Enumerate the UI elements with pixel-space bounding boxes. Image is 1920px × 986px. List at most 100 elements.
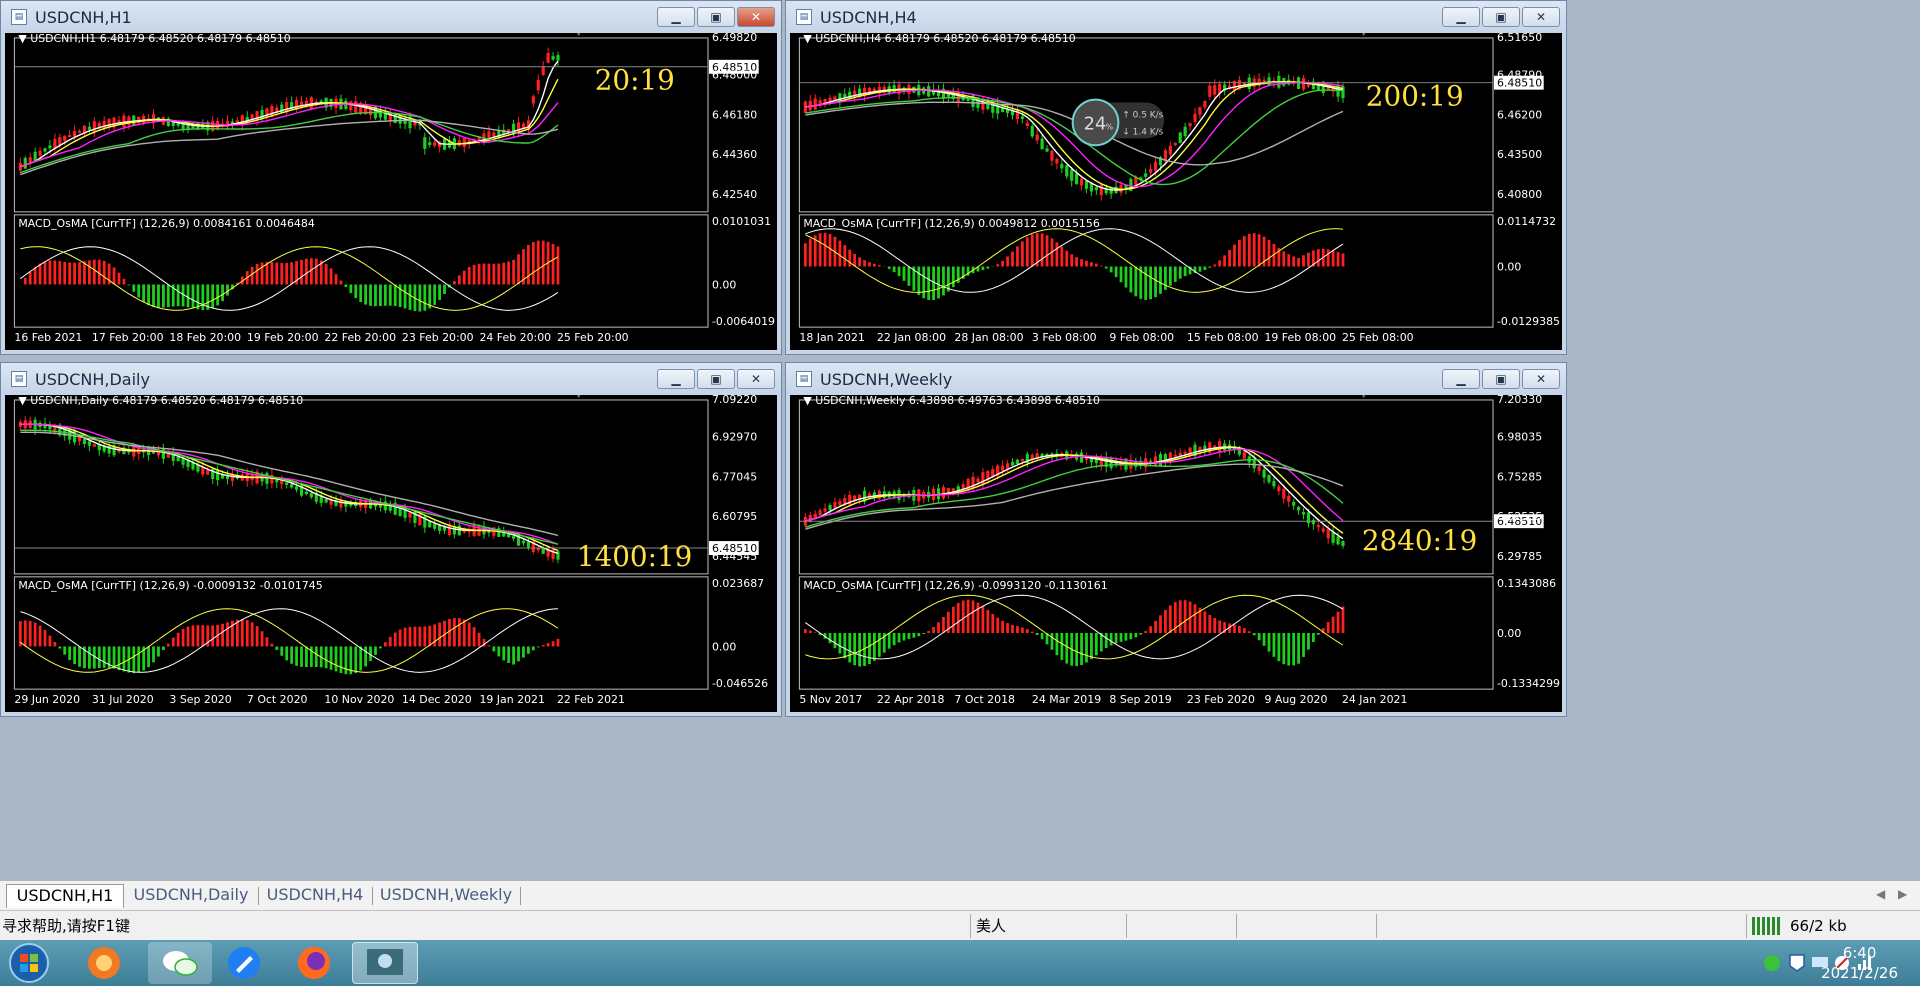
macd-histogram-bar xyxy=(853,632,857,666)
macd-histogram-bar xyxy=(1011,251,1014,267)
candle-body xyxy=(1168,145,1172,155)
window-titlebar[interactable]: ▤ USDCNH,Weekly ▁ ▣ ✕ xyxy=(786,363,1566,395)
candle-body xyxy=(1050,150,1054,161)
macd-histogram-bar xyxy=(181,629,185,647)
taskbar-app-fox[interactable] xyxy=(72,942,136,984)
window-titlebar[interactable]: ▤ USDCNH,Daily ▁ ▣ ✕ xyxy=(1,363,781,395)
macd-histogram-bar xyxy=(161,284,165,308)
tab-scroll-left-icon[interactable]: ◀ xyxy=(1876,887,1885,901)
chart-shift-icon[interactable]: ▼ xyxy=(1360,33,1368,38)
candle-body xyxy=(1292,501,1296,506)
macd-histogram-bar xyxy=(1109,632,1113,646)
candle-body xyxy=(1208,85,1212,97)
macd-histogram-bar xyxy=(388,636,392,647)
candle-body xyxy=(512,536,516,539)
tab-scroll-right-icon[interactable]: ▶ xyxy=(1898,887,1907,901)
candle-body xyxy=(1287,495,1291,502)
candle-body xyxy=(28,157,32,163)
close-button[interactable]: ✕ xyxy=(1522,369,1560,389)
moving-average-line xyxy=(805,463,1344,530)
price-chart-h1[interactable]: 6.48510 6.49820 6.48000 6.46180 6.44360 6.425… xyxy=(5,33,777,350)
macd-histogram-bar xyxy=(922,266,926,299)
candle-body xyxy=(1010,461,1015,466)
macd-histogram-bar xyxy=(374,646,377,655)
maximize-button[interactable]: ▣ xyxy=(697,369,735,389)
maximize-button[interactable]: ▣ xyxy=(1482,7,1520,27)
start-button[interactable] xyxy=(4,941,54,985)
candle-body xyxy=(324,499,328,503)
taskbar-feishu[interactable] xyxy=(212,942,276,984)
macd-histogram-bar xyxy=(1331,616,1335,633)
taskbar-wechat[interactable] xyxy=(148,942,212,984)
macd-histogram-bar xyxy=(433,284,437,305)
macd-histogram-bar xyxy=(196,284,200,310)
macd-histogram-bar xyxy=(97,646,101,669)
macd-histogram-bar xyxy=(858,632,861,667)
candle-body xyxy=(541,548,545,554)
chart-shift-icon[interactable]: ▼ xyxy=(575,395,583,400)
macd-histogram-bar xyxy=(1208,266,1212,268)
candle-body xyxy=(1079,178,1084,186)
candle-body xyxy=(92,444,96,447)
taskbar-clock[interactable]: 6:40 2021/2/26 xyxy=(1821,943,1898,983)
chart-window-weekly[interactable]: ▤ USDCNH,Weekly ▁ ▣ ✕ 6.48510 7.20330 6.98… xyxy=(785,362,1567,717)
candle-body xyxy=(1005,463,1010,469)
tab-usdcnh-daily[interactable]: USDCNH,Daily xyxy=(126,884,256,908)
tab-usdcnh-h1[interactable]: USDCNH,H1 xyxy=(6,884,124,908)
macd-histogram-bar xyxy=(453,618,456,647)
macd-histogram-bar xyxy=(858,257,861,267)
macd-histogram-bar xyxy=(324,646,328,669)
price-scale-label: 6.46180 xyxy=(712,108,757,121)
candle-body xyxy=(428,142,432,145)
close-button[interactable]: ✕ xyxy=(1522,7,1560,27)
macd-histogram-bar xyxy=(58,646,62,649)
minimize-button[interactable]: ▁ xyxy=(1442,7,1480,27)
chart-shift-icon[interactable]: ▼ xyxy=(575,33,583,38)
price-chart-daily[interactable]: 6.48510 7.09220 6.92970 6.77045 6.60795 6.445… xyxy=(5,395,777,712)
maximize-button[interactable]: ▣ xyxy=(1482,369,1520,389)
tab-usdcnh-weekly[interactable]: USDCNH,Weekly xyxy=(374,884,518,908)
maximize-button[interactable]: ▣ xyxy=(697,7,735,27)
chart-shift-icon[interactable]: ▼ xyxy=(1360,395,1368,400)
chart-window-daily[interactable]: ▤ USDCNH,Daily ▁ ▣ ✕ 6.48510 7.09220 6.929… xyxy=(0,362,782,717)
macd-histogram-bar xyxy=(324,263,328,285)
macd-histogram-bar xyxy=(1129,266,1133,293)
candle-body xyxy=(1144,173,1148,177)
macd-histogram-bar xyxy=(996,617,1000,633)
macd-histogram-bar xyxy=(260,631,264,647)
date-axis-label: 31 Jul 2020 xyxy=(92,693,154,706)
window-titlebar[interactable]: ▤ USDCNH,H1 ▁ ▣ ✕ xyxy=(1,1,781,33)
close-button[interactable]: ✕ xyxy=(737,7,775,27)
macd-histogram-bar xyxy=(1124,632,1128,641)
close-button[interactable]: ✕ xyxy=(737,369,775,389)
minimize-button[interactable]: ▁ xyxy=(657,369,695,389)
candle-body xyxy=(285,482,289,485)
macd-histogram-bar xyxy=(186,284,190,308)
minimize-button[interactable]: ▁ xyxy=(1442,369,1480,389)
macd-histogram-bar xyxy=(1006,623,1009,633)
date-axis-label: 25 Feb 20:00 xyxy=(557,331,629,344)
macd-histogram-bar xyxy=(398,629,402,647)
minimize-button[interactable]: ▁ xyxy=(657,7,695,27)
price-chart-h4[interactable]: 6.48510 6.51650 6.48790 6.46200 6.43500 6.408… xyxy=(790,33,1562,350)
macd-histogram-bar xyxy=(873,632,876,661)
network-speed-widget[interactable]: 24 % ↑ 0.5 K/s ↓ 1.4 K/s xyxy=(1071,98,1165,147)
price-chart-weekly[interactable]: 6.48510 7.20330 6.98035 6.75285 6.52535 6.297… xyxy=(790,395,1562,712)
window-titlebar[interactable]: ▤ USDCNH,H4 ▁ ▣ ✕ xyxy=(786,1,1566,33)
candle-body xyxy=(63,136,67,141)
taskbar-firefox[interactable] xyxy=(282,942,346,984)
moving-average-line xyxy=(20,78,559,168)
chart-window-h4[interactable]: ▤ USDCNH,H4 ▁ ▣ ✕ 6.48510 6.51650 6.48790 6… xyxy=(785,0,1567,355)
candle-body xyxy=(551,56,555,60)
macd-histogram-bar xyxy=(448,619,451,647)
bar-countdown-timer: 200:19 xyxy=(1366,80,1464,113)
chart-window-h1[interactable]: ▤ USDCNH,H1 ▁ ▣ ✕ 6.48510 6.49820 6.48000 6… xyxy=(0,0,782,355)
candle-body xyxy=(1326,529,1330,539)
macd-histogram-bar xyxy=(255,626,259,647)
macd-histogram-bar xyxy=(132,646,136,674)
candle-body xyxy=(1099,184,1103,196)
candle-body xyxy=(1336,536,1340,545)
tab-usdcnh-h4[interactable]: USDCNH,H4 xyxy=(260,884,370,908)
candle-body xyxy=(1001,465,1005,471)
taskbar-metatrader[interactable] xyxy=(352,942,418,984)
